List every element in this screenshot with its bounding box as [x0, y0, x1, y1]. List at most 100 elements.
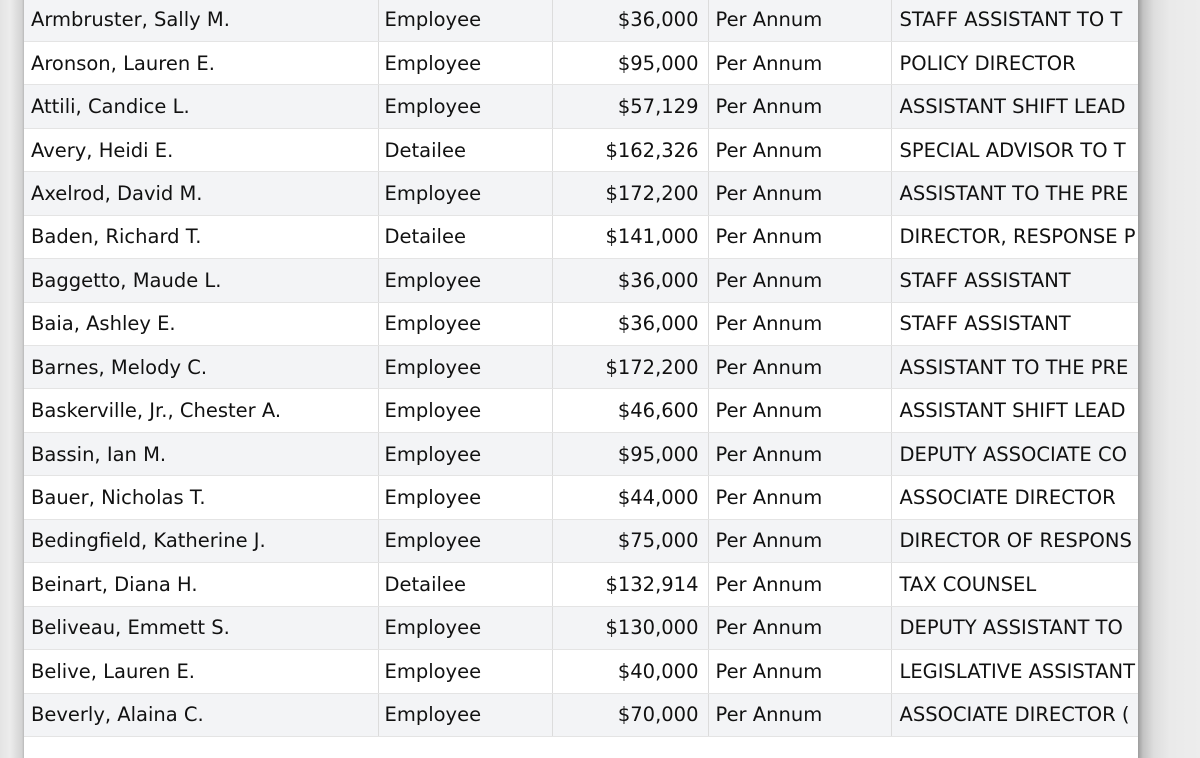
cell-position-title[interactable]: ASSISTANT TO THE PRE	[891, 171, 1138, 216]
cell-name[interactable]: Bassin, Ian M.	[24, 432, 379, 477]
cell-position-title[interactable]: ASSISTANT SHIFT LEAD	[891, 84, 1138, 129]
table-row[interactable]: Bedingfield, Katherine J. Employee $75,0…	[24, 519, 1138, 564]
cell-pay-basis[interactable]: Per Annum	[708, 0, 892, 42]
cell-salary[interactable]: $75,000	[552, 519, 709, 564]
table-row[interactable]: Baggetto, Maude L. Employee $36,000 Per …	[24, 258, 1138, 303]
cell-position-title[interactable]: STAFF ASSISTANT	[891, 258, 1138, 303]
table-row[interactable]: Baskerville, Jr., Chester A. Employee $4…	[24, 388, 1138, 433]
cell-salary[interactable]: $95,000	[552, 432, 709, 477]
cell-name[interactable]: Barnes, Melody C.	[24, 345, 379, 390]
cell-salary[interactable]: $141,000	[552, 215, 709, 260]
cell-status[interactable]: Employee	[378, 649, 553, 694]
cell-position-title[interactable]: DIRECTOR OF RESPONS	[891, 519, 1138, 564]
cell-salary[interactable]: $130,000	[552, 606, 709, 651]
cell-status[interactable]: Detailee	[378, 128, 553, 173]
cell-name[interactable]: Baskerville, Jr., Chester A.	[24, 388, 379, 433]
table-row[interactable]: Bauer, Nicholas T. Employee $44,000 Per …	[24, 475, 1138, 520]
cell-status[interactable]: Employee	[378, 258, 553, 303]
cell-pay-basis[interactable]: Per Annum	[708, 302, 892, 347]
cell-position-title[interactable]: ASSOCIATE DIRECTOR (	[891, 693, 1138, 737]
cell-pay-basis[interactable]: Per Annum	[708, 258, 892, 303]
cell-position-title[interactable]: ASSOCIATE DIRECTOR	[891, 475, 1138, 520]
table-row[interactable]: Aronson, Lauren E. Employee $95,000 Per …	[24, 41, 1138, 86]
cell-salary[interactable]: $132,914	[552, 562, 709, 607]
cell-position-title[interactable]: TAX COUNSEL	[891, 562, 1138, 607]
cell-salary[interactable]: $172,200	[552, 345, 709, 390]
cell-name[interactable]: Beinart, Diana H.	[24, 562, 379, 607]
cell-position-title[interactable]: SPECIAL ADVISOR TO T	[891, 128, 1138, 173]
cell-position-title[interactable]: LEGISLATIVE ASSISTANT	[891, 649, 1138, 694]
staff-salary-sheet[interactable]: Armbruster, Sally M. Employee $36,000 Pe…	[24, 0, 1138, 758]
cell-salary[interactable]: $36,000	[552, 0, 709, 42]
cell-status[interactable]: Employee	[378, 302, 553, 347]
cell-status[interactable]: Employee	[378, 171, 553, 216]
cell-name[interactable]: Bauer, Nicholas T.	[24, 475, 379, 520]
table-row[interactable]: Baden, Richard T. Detailee $141,000 Per …	[24, 215, 1138, 260]
table-row[interactable]: Barnes, Melody C. Employee $172,200 Per …	[24, 345, 1138, 390]
table-row[interactable]: Armbruster, Sally M. Employee $36,000 Pe…	[24, 0, 1138, 42]
cell-pay-basis[interactable]: Per Annum	[708, 41, 892, 86]
cell-status[interactable]: Employee	[378, 0, 553, 42]
cell-status[interactable]: Employee	[378, 606, 553, 651]
cell-salary[interactable]: $95,000	[552, 41, 709, 86]
cell-status[interactable]: Employee	[378, 519, 553, 564]
table-row[interactable]: Beliveau, Emmett S. Employee $130,000 Pe…	[24, 606, 1138, 651]
cell-pay-basis[interactable]: Per Annum	[708, 562, 892, 607]
cell-position-title[interactable]: ASSISTANT TO THE PRE	[891, 345, 1138, 390]
cell-salary[interactable]: $70,000	[552, 693, 709, 737]
cell-pay-basis[interactable]: Per Annum	[708, 84, 892, 129]
cell-salary[interactable]: $162,326	[552, 128, 709, 173]
cell-name[interactable]: Armbruster, Sally M.	[24, 0, 379, 42]
table-row[interactable]: Attili, Candice L. Employee $57,129 Per …	[24, 84, 1138, 129]
cell-name[interactable]: Axelrod, David M.	[24, 171, 379, 216]
cell-status[interactable]: Detailee	[378, 215, 553, 260]
cell-pay-basis[interactable]: Per Annum	[708, 171, 892, 216]
table-row[interactable]: Baia, Ashley E. Employee $36,000 Per Ann…	[24, 302, 1138, 347]
cell-name[interactable]: Bedingfield, Katherine J.	[24, 519, 379, 564]
cell-position-title[interactable]: DEPUTY ASSOCIATE CO	[891, 432, 1138, 477]
cell-salary[interactable]: $36,000	[552, 302, 709, 347]
cell-salary[interactable]: $40,000	[552, 649, 709, 694]
cell-status[interactable]: Detailee	[378, 562, 553, 607]
table-row[interactable]: Belive, Lauren E. Employee $40,000 Per A…	[24, 649, 1138, 694]
cell-pay-basis[interactable]: Per Annum	[708, 128, 892, 173]
cell-name[interactable]: Attili, Candice L.	[24, 84, 379, 129]
cell-name[interactable]: Avery, Heidi E.	[24, 128, 379, 173]
cell-salary[interactable]: $36,000	[552, 258, 709, 303]
table-row[interactable]: Beverly, Alaina C. Employee $70,000 Per …	[24, 693, 1138, 737]
cell-pay-basis[interactable]: Per Annum	[708, 388, 892, 433]
cell-name[interactable]: Beverly, Alaina C.	[24, 693, 379, 737]
cell-pay-basis[interactable]: Per Annum	[708, 519, 892, 564]
cell-position-title[interactable]: ASSISTANT SHIFT LEAD	[891, 388, 1138, 433]
cell-pay-basis[interactable]: Per Annum	[708, 475, 892, 520]
cell-position-title[interactable]: POLICY DIRECTOR	[891, 41, 1138, 86]
cell-status[interactable]: Employee	[378, 388, 553, 433]
cell-pay-basis[interactable]: Per Annum	[708, 606, 892, 651]
cell-name[interactable]: Baia, Ashley E.	[24, 302, 379, 347]
table-row[interactable]: Beinart, Diana H. Detailee $132,914 Per …	[24, 562, 1138, 607]
cell-name[interactable]: Belive, Lauren E.	[24, 649, 379, 694]
cell-pay-basis[interactable]: Per Annum	[708, 693, 892, 737]
cell-name[interactable]: Baden, Richard T.	[24, 215, 379, 260]
cell-pay-basis[interactable]: Per Annum	[708, 649, 892, 694]
cell-position-title[interactable]: DIRECTOR, RESPONSE P	[891, 215, 1138, 260]
cell-status[interactable]: Employee	[378, 693, 553, 737]
cell-status[interactable]: Employee	[378, 84, 553, 129]
cell-salary[interactable]: $46,600	[552, 388, 709, 433]
cell-pay-basis[interactable]: Per Annum	[708, 432, 892, 477]
cell-pay-basis[interactable]: Per Annum	[708, 345, 892, 390]
cell-position-title[interactable]: STAFF ASSISTANT	[891, 302, 1138, 347]
cell-salary[interactable]: $172,200	[552, 171, 709, 216]
table-row[interactable]: Bassin, Ian M. Employee $95,000 Per Annu…	[24, 432, 1138, 477]
table-row[interactable]: Axelrod, David M. Employee $172,200 Per …	[24, 171, 1138, 216]
cell-salary[interactable]: $57,129	[552, 84, 709, 129]
cell-pay-basis[interactable]: Per Annum	[708, 215, 892, 260]
cell-name[interactable]: Aronson, Lauren E.	[24, 41, 379, 86]
table-row[interactable]: Avery, Heidi E. Detailee $162,326 Per An…	[24, 128, 1138, 173]
cell-status[interactable]: Employee	[378, 41, 553, 86]
cell-position-title[interactable]: DEPUTY ASSISTANT TO	[891, 606, 1138, 651]
cell-status[interactable]: Employee	[378, 475, 553, 520]
cell-status[interactable]: Employee	[378, 432, 553, 477]
cell-status[interactable]: Employee	[378, 345, 553, 390]
cell-name[interactable]: Baggetto, Maude L.	[24, 258, 379, 303]
